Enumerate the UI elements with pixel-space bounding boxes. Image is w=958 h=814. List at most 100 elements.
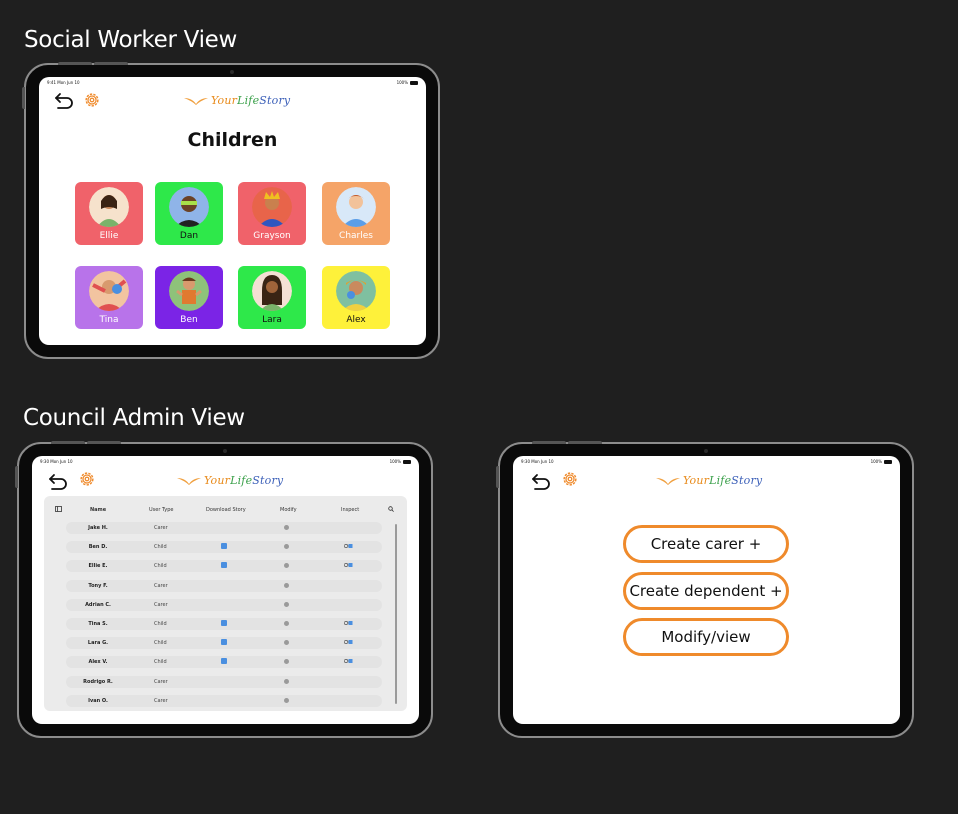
battery-icon <box>884 459 892 464</box>
cell-user-type: Carer <box>154 601 168 608</box>
download-icon[interactable] <box>221 639 227 646</box>
column-header-name[interactable]: Name <box>90 507 106 513</box>
avatar <box>252 187 292 227</box>
app-logo: YourLifeStory <box>184 94 290 107</box>
table-row[interactable]: Tony F. Carer <box>66 579 382 592</box>
ipad-admin-table: 9:30 Mon Jun 10 100% YourLifeStory Name … <box>15 441 433 738</box>
modify-icon[interactable] <box>284 621 289 626</box>
admin-actions-screen: 9:30 Mon Jun 10 100% YourLifeStory Creat… <box>513 456 900 724</box>
avatar <box>336 271 376 311</box>
column-header-inspect[interactable]: Inspect <box>341 507 359 513</box>
logo-life: Life <box>709 474 732 487</box>
child-name: Alex <box>346 315 366 325</box>
back-arrow-icon[interactable] <box>48 471 68 491</box>
section-title-social-worker: Social Worker View <box>24 27 238 53</box>
ipad-admin-actions: 9:30 Mon Jun 10 100% YourLifeStory Creat… <box>496 441 914 738</box>
table-row[interactable]: Ellie E. Child <box>66 560 382 573</box>
download-icon[interactable] <box>221 620 227 626</box>
cell-user-type: Carer <box>154 582 168 589</box>
status-time: 9:30 Mon Jun 10 <box>521 459 554 464</box>
child-card-dan[interactable]: Dan <box>155 182 223 245</box>
modify-icon[interactable] <box>284 563 289 569</box>
modify-icon[interactable] <box>284 697 289 703</box>
child-card-charles[interactable]: Charles <box>322 182 390 245</box>
modify-icon[interactable] <box>284 659 289 665</box>
download-icon[interactable] <box>221 562 227 569</box>
battery-text: 100% <box>870 459 882 464</box>
table-row[interactable]: Rodrigo R. Carer <box>66 675 382 688</box>
child-name: Dan <box>179 231 199 241</box>
child-name: Grayson <box>253 231 291 241</box>
table-row[interactable]: Ben D. Child <box>66 541 382 554</box>
modify-icon[interactable] <box>284 601 289 607</box>
app-logo: YourLifeStory <box>656 474 762 487</box>
child-card-ellie[interactable]: Ellie <box>75 182 143 245</box>
cell-name: Tony F. <box>88 582 108 589</box>
battery-icon <box>403 459 411 464</box>
battery-text: 100% <box>389 459 401 464</box>
cell-user-type: Child <box>154 640 167 647</box>
ipad-social-worker: 9:41 Mon Jun 10 100% YourLifeStory Child… <box>22 62 440 359</box>
search-icon[interactable] <box>388 506 394 512</box>
sidebar-toggle-icon[interactable] <box>55 506 62 512</box>
avatar <box>169 187 209 227</box>
inspect-icon[interactable] <box>344 562 353 568</box>
wing-logo-icon <box>184 97 208 105</box>
inspect-icon[interactable] <box>344 543 353 549</box>
gear-icon[interactable] <box>78 470 96 488</box>
gear-icon[interactable] <box>561 470 579 488</box>
wing-logo-icon <box>177 477 201 485</box>
page-title: Children <box>187 129 278 151</box>
table-row[interactable]: Ivan O. Carer <box>66 694 382 707</box>
inspect-icon[interactable] <box>344 620 353 626</box>
download-icon[interactable] <box>221 658 227 665</box>
cell-user-type: Carer <box>154 697 168 704</box>
back-arrow-icon[interactable] <box>531 471 551 491</box>
cell-name: Ivan O. <box>88 697 108 704</box>
child-card-lara[interactable]: Lara <box>238 266 306 329</box>
child-card-alex[interactable]: Alex <box>322 266 390 329</box>
child-name: Ellie <box>99 231 119 241</box>
child-name: Lara <box>262 315 282 325</box>
modify-icon[interactable] <box>284 544 289 550</box>
logo-life: Life <box>237 94 260 107</box>
create-carer-button[interactable]: Create carer + <box>623 525 789 563</box>
modify-view-button[interactable]: Modify/view <box>623 618 789 656</box>
column-header-user-type[interactable]: User Type <box>149 507 173 513</box>
column-header-modify[interactable]: Modify <box>280 507 297 513</box>
modify-icon[interactable] <box>284 582 289 588</box>
gear-icon[interactable] <box>83 91 101 109</box>
child-card-grayson[interactable]: Grayson <box>238 182 306 245</box>
table-row[interactable]: Jake H. Carer <box>66 522 382 534</box>
modify-icon[interactable] <box>284 640 289 646</box>
inspect-icon[interactable] <box>344 639 353 645</box>
create-dependent-button[interactable]: Create dependent + <box>623 572 789 610</box>
cell-name: Ellie E. <box>88 563 108 570</box>
battery-text: 100% <box>396 80 408 85</box>
child-name: Ben <box>180 315 198 325</box>
avatar <box>89 187 129 227</box>
table-row[interactable]: Adrian C. Carer <box>66 598 382 611</box>
logo-your: Your <box>211 94 238 107</box>
section-title-council-admin: Council Admin View <box>23 405 245 431</box>
status-bar: 9:30 Mon Jun 10 100% <box>32 457 419 465</box>
table-row[interactable]: Lara G. Child <box>66 637 382 650</box>
table-scrollbar[interactable] <box>395 524 397 704</box>
cell-user-type: Child <box>154 544 167 551</box>
logo-story: Story <box>731 474 763 487</box>
inspect-icon[interactable] <box>344 658 353 664</box>
cell-user-type: Child <box>154 659 167 666</box>
child-name: Charles <box>339 231 373 241</box>
logo-story: Story <box>252 474 284 487</box>
table-row[interactable]: Alex V. Child <box>66 656 382 669</box>
download-icon[interactable] <box>221 543 227 550</box>
modify-icon[interactable] <box>284 678 289 684</box>
child-card-tina[interactable]: Tina <box>75 266 143 329</box>
modify-icon[interactable] <box>284 525 289 530</box>
table-row[interactable]: Tina S. Child <box>66 618 382 630</box>
child-card-ben[interactable]: Ben <box>155 266 223 329</box>
logo-story: Story <box>259 94 291 107</box>
column-header-download-story[interactable]: Download Story <box>206 507 246 513</box>
back-arrow-icon[interactable] <box>54 90 74 110</box>
cell-name: Jake H. <box>88 525 108 531</box>
